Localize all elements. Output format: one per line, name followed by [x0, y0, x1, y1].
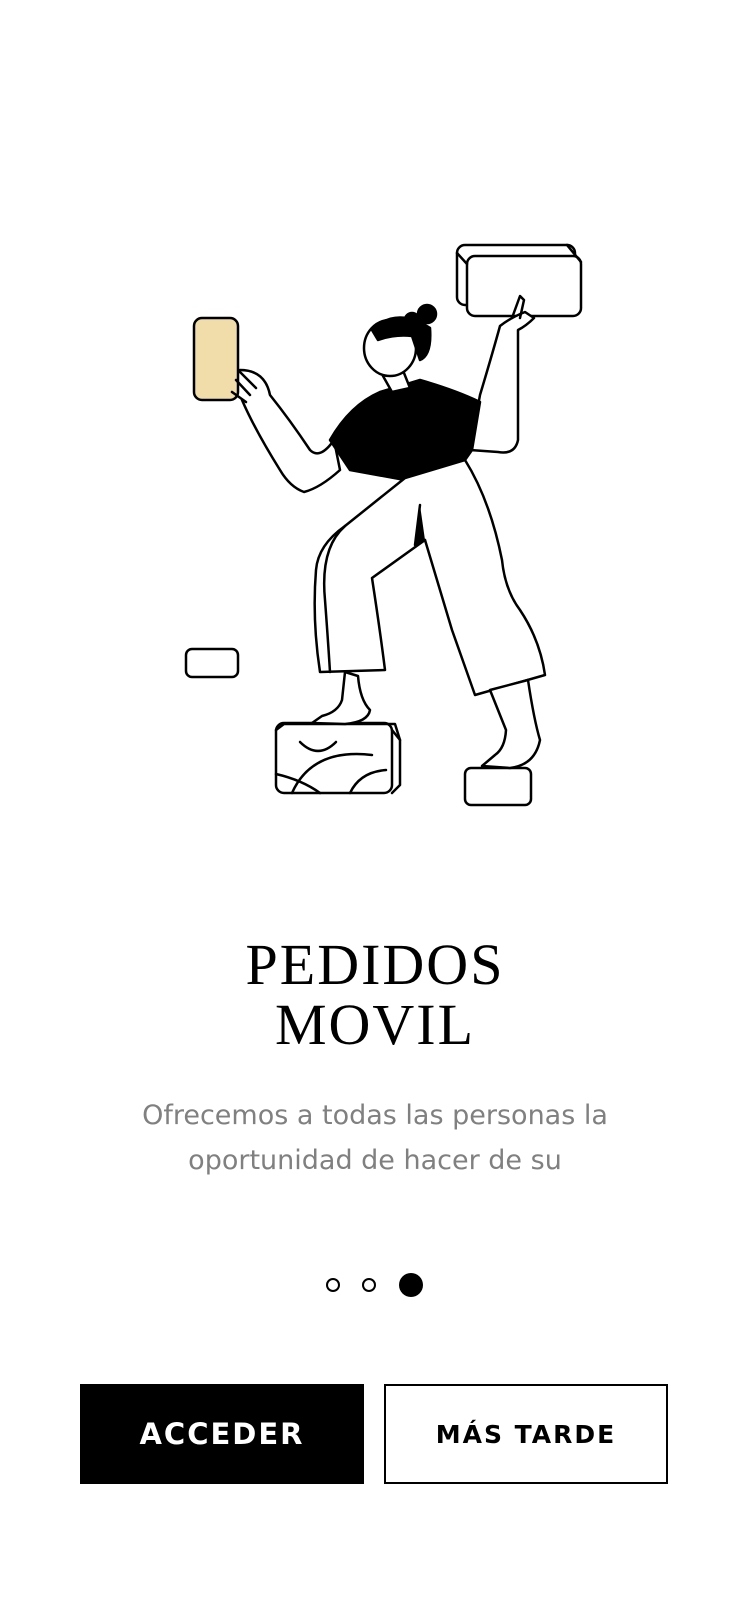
- block-bottom-left: [274, 721, 402, 795]
- page-dot-3-active[interactable]: [399, 1273, 423, 1297]
- person-stacking-blocks-illustration: [184, 243, 583, 807]
- description-line-1: Ofrecemos a todas las personas la: [142, 1100, 608, 1131]
- block-bottom-right: [463, 766, 533, 807]
- page-title-line-2: MOVIL: [274, 992, 476, 1057]
- block-small-left: [184, 647, 240, 679]
- block-top-right: [455, 243, 583, 318]
- page-title-line-1: PEDIDOS: [245, 932, 505, 997]
- page-indicator: [0, 1270, 750, 1300]
- page-dot-1[interactable]: [326, 1278, 340, 1292]
- mas-tarde-button[interactable]: MÁS TARDE: [384, 1384, 668, 1484]
- pants: [313, 458, 547, 697]
- phone-card: [192, 316, 240, 402]
- page-dot-2[interactable]: [362, 1278, 376, 1292]
- acceder-button[interactable]: ACCEDER: [80, 1384, 364, 1484]
- description-line-2: oportunidad de hacer de su: [188, 1145, 562, 1176]
